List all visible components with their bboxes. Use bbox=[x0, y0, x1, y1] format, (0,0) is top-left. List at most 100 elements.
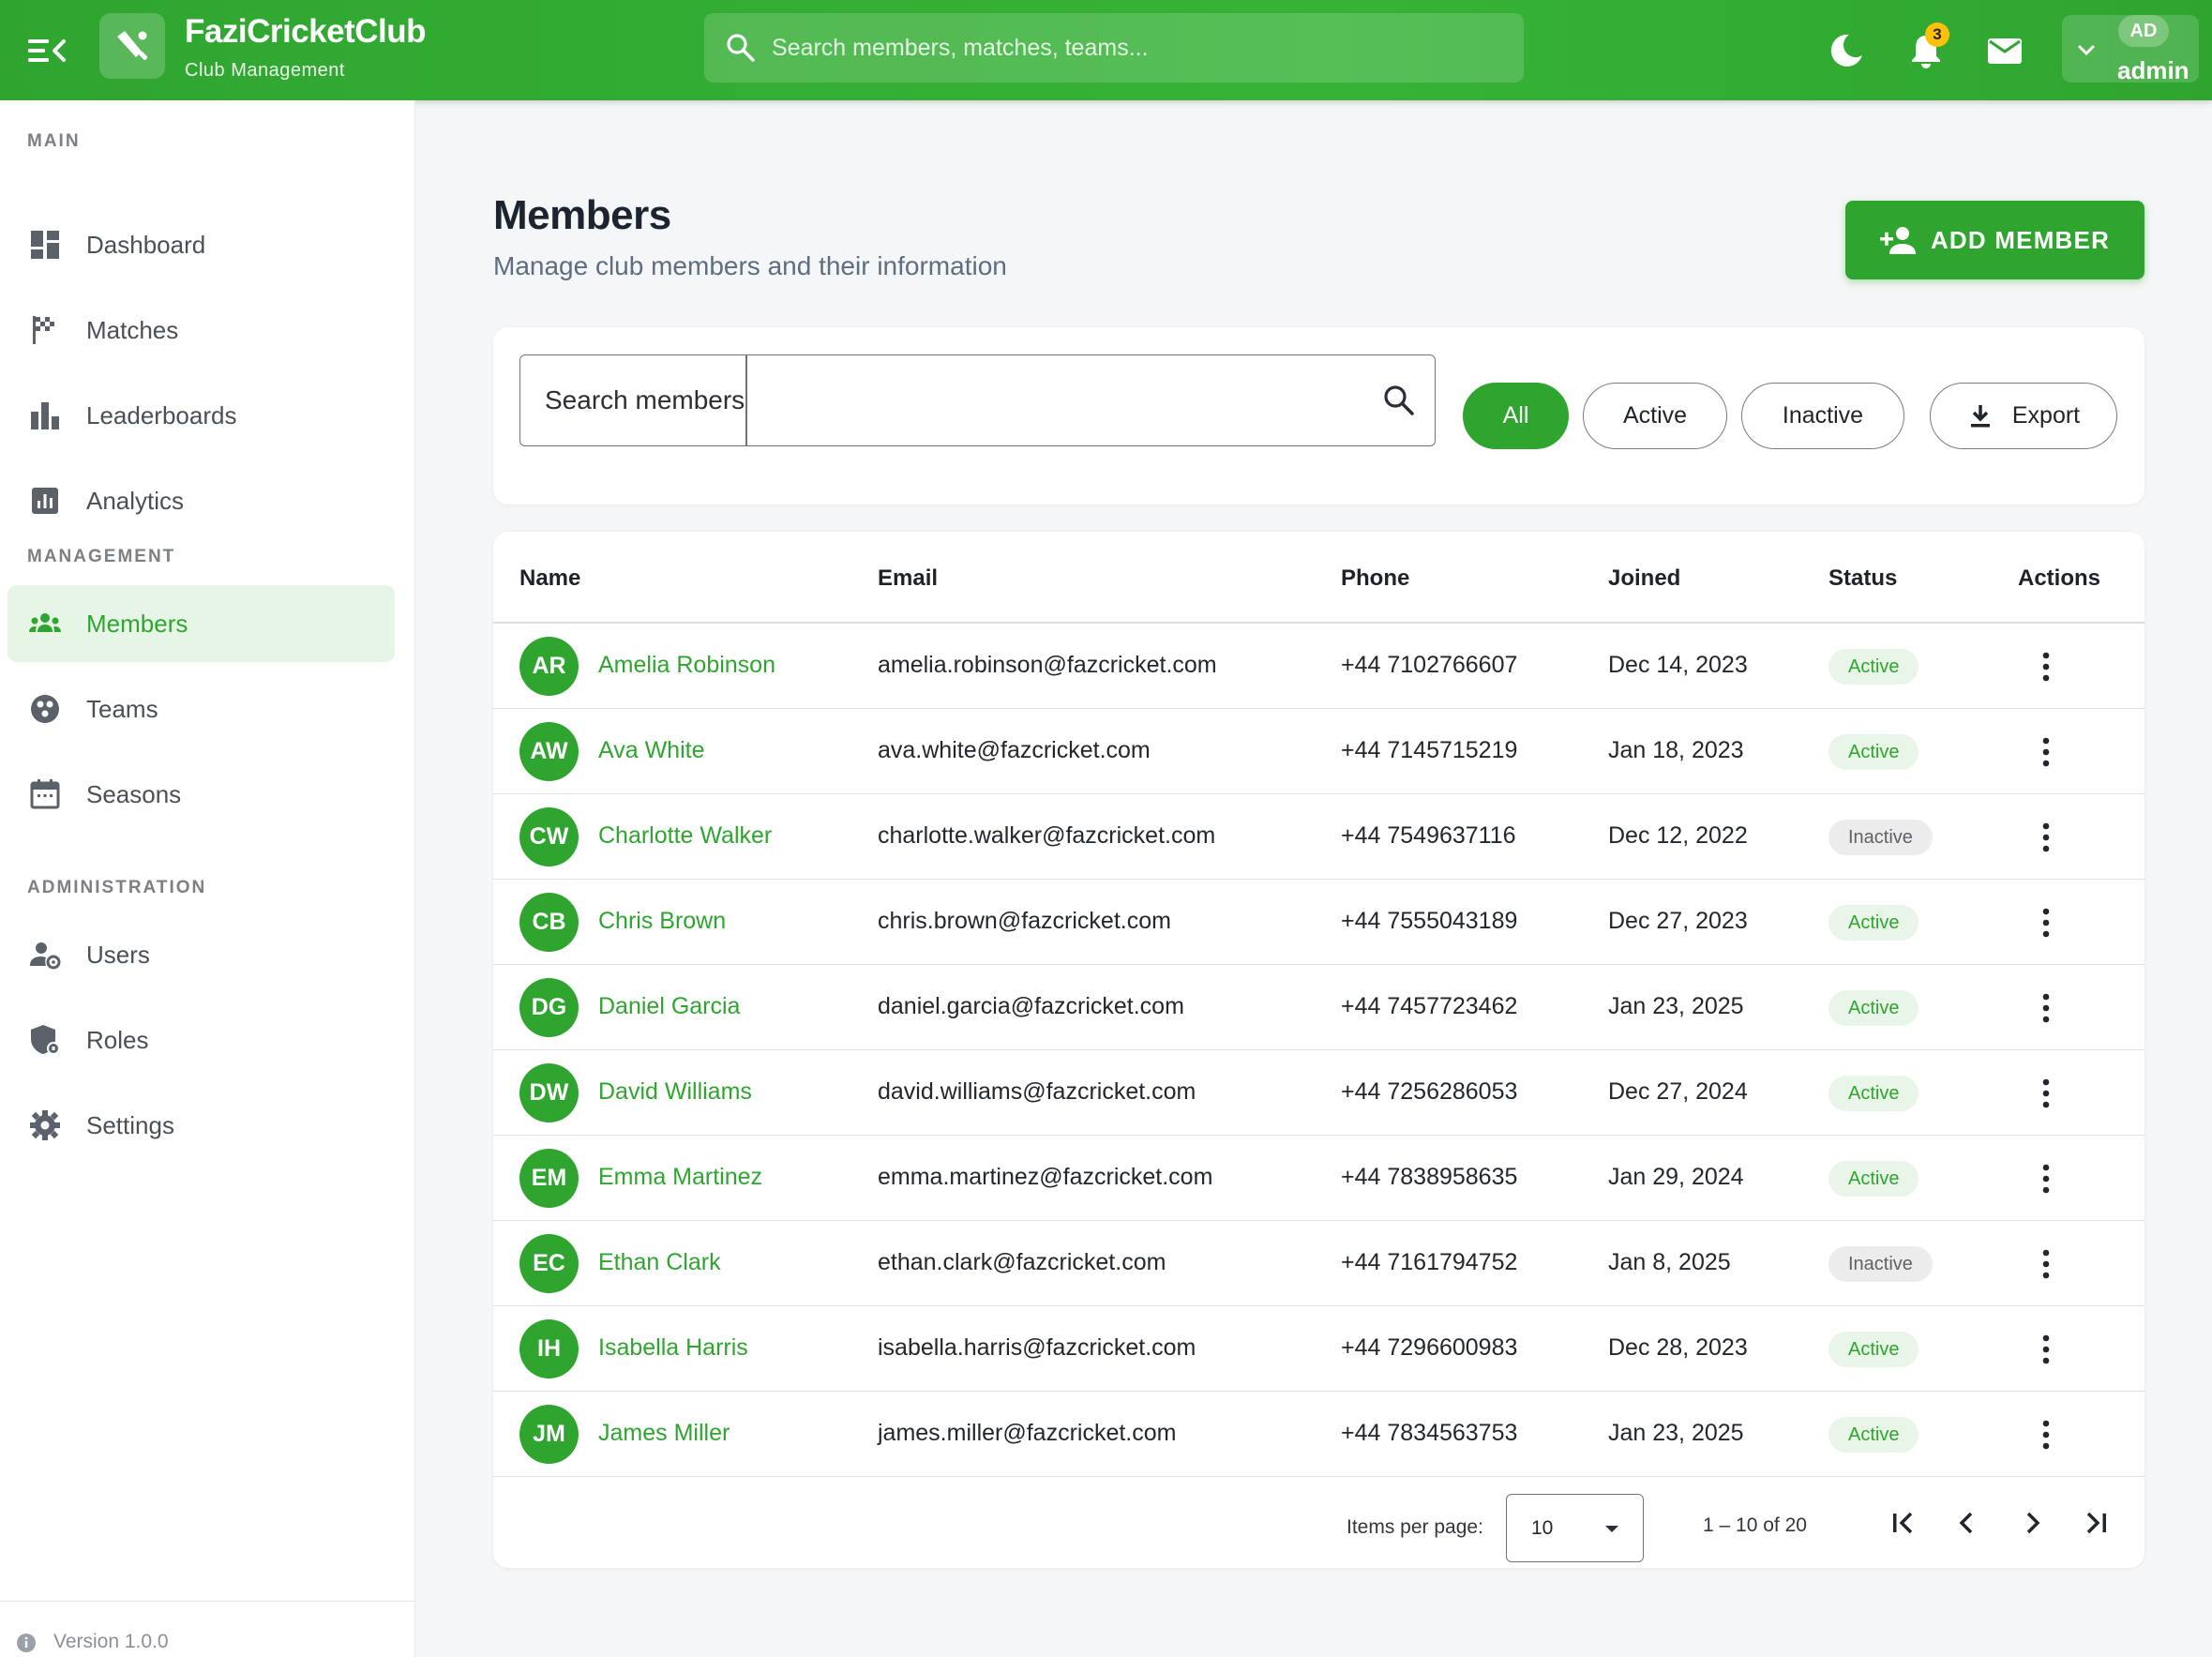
top-app-bar: FaziCricketClub Club Management 3 AD adm… bbox=[0, 0, 2212, 100]
mail-icon[interactable] bbox=[1985, 31, 2024, 70]
more-vert-icon[interactable] bbox=[2032, 991, 2060, 1025]
member-name-link[interactable]: James Miller bbox=[598, 1420, 730, 1447]
last-page-icon[interactable] bbox=[2079, 1505, 2114, 1541]
dashboard-icon bbox=[31, 231, 59, 259]
sidebar-item-users[interactable]: Users bbox=[8, 916, 395, 993]
more-vert-icon[interactable] bbox=[2032, 650, 2060, 684]
more-vert-icon[interactable] bbox=[2032, 1077, 2060, 1110]
sidebar-item-seasons[interactable]: Seasons bbox=[8, 756, 395, 833]
status-badge: Active bbox=[1828, 1332, 1919, 1367]
column-header-email[interactable]: Email bbox=[878, 565, 938, 592]
member-avatar: EC bbox=[519, 1234, 579, 1293]
member-name-link[interactable]: Daniel Garcia bbox=[598, 993, 740, 1020]
sidebar-item-analytics[interactable]: Analytics bbox=[8, 462, 395, 539]
user-menu[interactable]: AD admin bbox=[2062, 15, 2199, 84]
column-header-name[interactable]: Name bbox=[519, 565, 580, 592]
page-subtitle: Manage club members and their informatio… bbox=[493, 251, 1007, 280]
sidebar-item-roles[interactable]: Roles bbox=[8, 1002, 395, 1078]
filter-chip-inactive[interactable]: Inactive bbox=[1741, 383, 1904, 449]
dark-mode-icon[interactable] bbox=[1827, 31, 1866, 70]
filter-chip-all[interactable]: All bbox=[1463, 383, 1569, 449]
add-member-button[interactable]: ADD MEMBER bbox=[1845, 201, 2144, 279]
column-header-joined[interactable]: Joined bbox=[1608, 565, 1680, 592]
member-search-input[interactable] bbox=[545, 382, 1351, 419]
sidebar-item-matches[interactable]: Matches bbox=[8, 292, 395, 369]
status-badge: Active bbox=[1828, 1076, 1919, 1111]
cricket-bat-icon bbox=[117, 31, 148, 60]
export-button[interactable]: Export bbox=[1930, 383, 2117, 449]
sidebar-item-members[interactable]: Members bbox=[8, 585, 395, 662]
sidebar-item-label: Members bbox=[86, 609, 188, 638]
table-row[interactable]: JM James Miller james.miller@fazcricket.co… bbox=[493, 1392, 2144, 1477]
app-logo[interactable] bbox=[99, 13, 165, 79]
table-row[interactable]: CB Chris Brown chris.brown@fazcricket.com +… bbox=[493, 880, 2144, 965]
table-row[interactable]: AW Ava White ava.white@fazcricket.com +44 7… bbox=[493, 709, 2144, 794]
sidebar-item-label: Seasons bbox=[86, 779, 182, 808]
member-name-link[interactable]: Emma Martinez bbox=[598, 1164, 762, 1191]
member-name-link[interactable]: Isabella Harris bbox=[598, 1334, 748, 1362]
gear-icon bbox=[30, 1110, 60, 1140]
column-header-phone[interactable]: Phone bbox=[1341, 565, 1409, 592]
next-page-icon[interactable] bbox=[2014, 1505, 2050, 1541]
table-row[interactable]: EM Emma Martinez emma.martinez@fazcricket.… bbox=[493, 1136, 2144, 1221]
sidebar-footer: Version 1.0.0 bbox=[0, 1601, 414, 1657]
member-avatar: EM bbox=[519, 1149, 579, 1208]
member-email: david.williams@fazcricket.com bbox=[878, 1078, 1196, 1105]
member-name-link[interactable]: Ethan Clark bbox=[598, 1249, 721, 1276]
member-email: james.miller@fazcricket.com bbox=[878, 1420, 1177, 1446]
table-row[interactable]: IH Isabella Harris isabella.harris@fazcric… bbox=[493, 1306, 2144, 1392]
column-header-status[interactable]: Status bbox=[1828, 565, 1897, 592]
sidebar-item-label: Teams bbox=[86, 694, 158, 723]
member-name-link[interactable]: Chris Brown bbox=[598, 908, 726, 935]
more-vert-icon[interactable] bbox=[2032, 821, 2060, 854]
member-name-link[interactable]: Ava White bbox=[598, 737, 704, 764]
more-vert-icon[interactable] bbox=[2032, 906, 2060, 940]
app-title: FaziCricketClub bbox=[185, 13, 427, 50]
sidebar-item-leaderboards[interactable]: Leaderboards bbox=[8, 377, 395, 454]
sidebar-item-label: Leaderboards bbox=[86, 400, 237, 429]
member-name-link[interactable]: Charlotte Walker bbox=[598, 822, 772, 850]
page-size-select[interactable]: 10 bbox=[1506, 1494, 1644, 1562]
menu-open-icon[interactable] bbox=[26, 34, 68, 68]
search-icon[interactable] bbox=[1382, 384, 1416, 417]
filter-chip-active[interactable]: Active bbox=[1583, 383, 1727, 449]
status-badge: Inactive bbox=[1828, 1246, 1933, 1282]
member-avatar: IH bbox=[519, 1319, 579, 1378]
previous-page-icon[interactable] bbox=[1949, 1505, 1985, 1541]
member-joined-date: Jan 29, 2024 bbox=[1608, 1164, 1744, 1190]
member-name-link[interactable]: David Williams bbox=[598, 1078, 752, 1106]
member-email: chris.brown@fazcricket.com bbox=[878, 908, 1171, 934]
table-row[interactable]: CW Charlotte Walker charlotte.walker@fazcr… bbox=[493, 794, 2144, 880]
first-page-icon[interactable] bbox=[1885, 1505, 1920, 1541]
more-vert-icon[interactable] bbox=[2032, 1162, 2060, 1196]
member-search-field[interactable] bbox=[519, 354, 1436, 446]
more-vert-icon[interactable] bbox=[2032, 1333, 2060, 1366]
member-phone: +44 7555043189 bbox=[1341, 908, 1518, 934]
member-avatar: CW bbox=[519, 807, 579, 866]
sidebar-item-settings[interactable]: Settings bbox=[8, 1087, 395, 1164]
global-search-input[interactable] bbox=[772, 34, 1484, 62]
sidebar-item-dashboard[interactable]: Dashboard bbox=[8, 206, 395, 283]
member-joined-date: Dec 28, 2023 bbox=[1608, 1334, 1748, 1361]
table-row[interactable]: DW David Williams david.williams@fazcricke… bbox=[493, 1050, 2144, 1136]
table-row[interactable]: AR Amelia Robinson amelia.robinson@fazcric… bbox=[493, 624, 2144, 709]
member-phone: +44 7256286053 bbox=[1341, 1078, 1518, 1105]
more-vert-icon[interactable] bbox=[2032, 1418, 2060, 1452]
user-avatar: AD bbox=[2118, 15, 2169, 47]
chevron-down-icon bbox=[2078, 45, 2095, 56]
section-label-main: MAIN bbox=[27, 131, 81, 151]
page-size-value: 10 bbox=[1531, 1517, 1554, 1539]
member-name-link[interactable]: Amelia Robinson bbox=[598, 652, 775, 679]
more-vert-icon[interactable] bbox=[2032, 735, 2060, 769]
manage-accounts-icon bbox=[30, 942, 61, 970]
more-vert-icon[interactable] bbox=[2032, 1247, 2060, 1281]
sidebar: MAIN Dashboard Matches Leaderboards Anal… bbox=[0, 100, 415, 1657]
section-label-administration: ADMINISTRATION bbox=[27, 878, 207, 897]
sidebar-item-teams[interactable]: Teams bbox=[8, 670, 395, 747]
table-row[interactable]: DG Daniel Garcia daniel.garcia@fazcricket.… bbox=[493, 965, 2144, 1050]
sidebar-item-label: Analytics bbox=[86, 486, 185, 515]
global-search[interactable] bbox=[704, 13, 1524, 83]
status-badge: Active bbox=[1828, 990, 1919, 1026]
member-joined-date: Dec 14, 2023 bbox=[1608, 652, 1748, 678]
table-row[interactable]: EC Ethan Clark ethan.clark@fazcricket.com +… bbox=[493, 1221, 2144, 1306]
